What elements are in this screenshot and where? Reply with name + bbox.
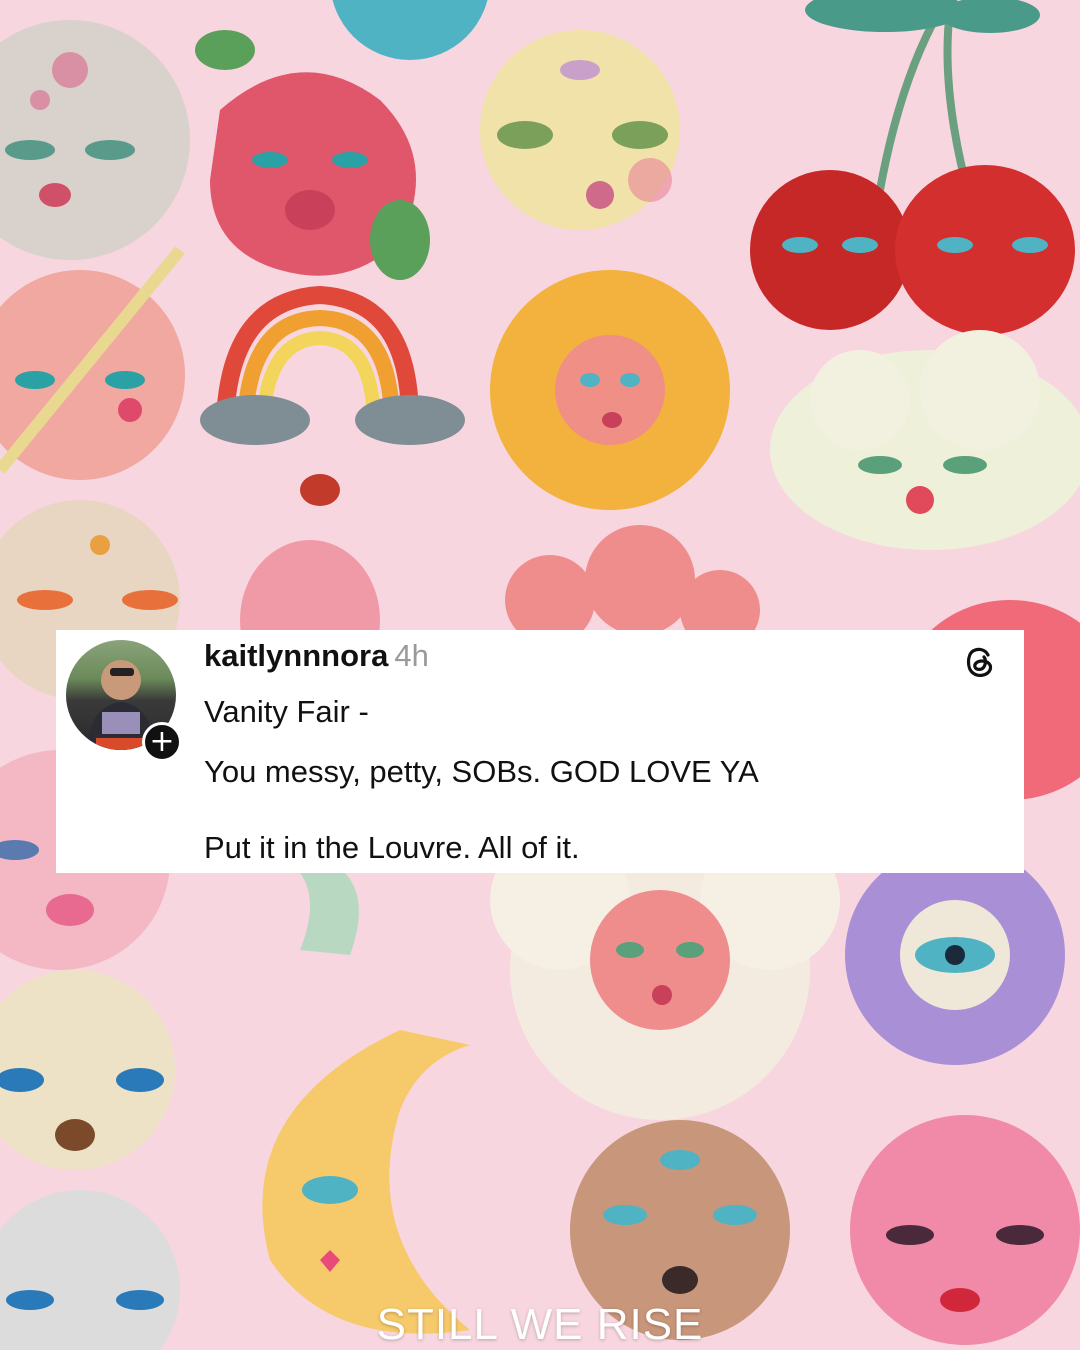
post-text-line-2: You messy, petty, SOBs. GOD LOVE YA <box>204 754 759 789</box>
art-face-flower-purple <box>845 845 1065 1065</box>
threads-logo-icon[interactable] <box>960 642 1000 682</box>
art-face-cherries <box>750 0 1075 335</box>
threads-post-card[interactable]: + kaitlynnnora 4h Vanity Fair - You messy… <box>56 630 1024 873</box>
post-time: 4h <box>394 638 429 673</box>
art-face-cloud <box>770 330 1080 550</box>
post-text-line-3: Put it in the Louvre. All of it. <box>204 830 580 865</box>
art-face-moon-yellow <box>480 30 680 230</box>
art-face-crescent <box>262 1030 470 1334</box>
art-teal-moon <box>332 0 488 60</box>
username[interactable]: kaitlynnnora <box>204 638 388 673</box>
art-face-rose <box>195 30 430 280</box>
art-face-mushroom-stem <box>300 873 359 955</box>
art-face-planet <box>0 246 185 480</box>
art-face-rainbow <box>200 285 465 506</box>
follow-plus-icon[interactable]: + <box>142 722 182 762</box>
post-text-line-1: Vanity Fair - <box>204 694 369 729</box>
art-face-moon-cream <box>0 970 175 1170</box>
art-face-sunflower <box>490 270 730 510</box>
watermark-text: STILL WE RISE <box>376 1300 704 1349</box>
post-header: kaitlynnnora 4h <box>204 638 429 674</box>
avatar[interactable]: + <box>66 640 182 762</box>
art-face-moon-grey <box>0 20 190 260</box>
